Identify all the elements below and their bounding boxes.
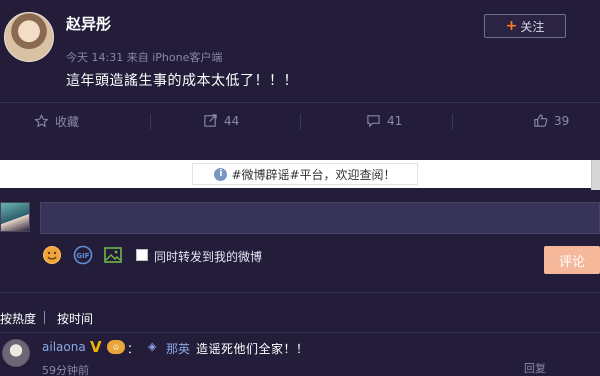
diamond-icon: ◈ (148, 340, 157, 353)
follow-label: 关注 (520, 19, 545, 34)
verified-v-icon: V (90, 338, 102, 356)
plus-icon: + (505, 18, 518, 34)
gif-icon[interactable]: GIF (73, 245, 93, 265)
repost-button[interactable]: 44 (203, 113, 239, 128)
post-action-bar: 收藏 44 41 39 (0, 102, 600, 140)
notice-link[interactable]: i #微博辟谣#平台，欢迎查阅！ (192, 163, 418, 185)
post-source-prefix: 来自 (126, 51, 149, 64)
commenter-avatar[interactable] (2, 339, 30, 367)
like-button[interactable]: 39 (533, 113, 569, 128)
notice-text: #微博辟谣#平台，欢迎查阅！ (231, 167, 396, 182)
thumbs-up-icon (534, 114, 548, 127)
submit-comment-button[interactable]: 评论 (544, 246, 600, 274)
svg-text:GIF: GIF (76, 252, 89, 260)
image-icon[interactable] (103, 245, 123, 265)
sort-by-hot-tab[interactable]: 按热度 (0, 310, 36, 327)
like-count: 39 (554, 113, 570, 128)
member-badge-icon[interactable]: ♔ (107, 340, 125, 354)
favorite-button[interactable]: 收藏 (34, 113, 79, 130)
comment-mention[interactable]: 那英 (166, 340, 190, 357)
action-divider (452, 114, 453, 130)
forward-checkbox[interactable] (136, 249, 148, 261)
comment-count-button[interactable]: 41 (366, 113, 402, 128)
action-divider (150, 114, 151, 130)
favorite-label: 收藏 (55, 115, 80, 129)
comment-colon: ： (127, 342, 140, 356)
forward-label[interactable]: 同时转发到我的微博 (154, 248, 262, 265)
divider (0, 332, 600, 333)
comment-count: 41 (387, 113, 403, 128)
post-meta: 今天 14:31 来自 iPhone客户端 (66, 49, 222, 65)
tab-separator (44, 311, 45, 324)
post-time[interactable]: 今天 14:31 (66, 51, 123, 64)
sort-by-time-tab[interactable]: 按时间 (57, 310, 93, 327)
divider (0, 292, 600, 293)
comment-icon (367, 115, 380, 128)
post-author-avatar[interactable] (4, 12, 54, 62)
commenter-name[interactable]: ailaona (42, 340, 86, 354)
post-author-name[interactable]: 赵异彤 (66, 13, 111, 34)
post-source[interactable]: iPhone客户端 (152, 51, 222, 64)
comment-text: 造谣死他们全家！！ (196, 342, 309, 356)
repost-count: 44 (224, 113, 240, 128)
star-icon (34, 114, 49, 128)
repost-icon (204, 114, 217, 127)
current-user-avatar[interactable] (0, 202, 30, 232)
scrollbar[interactable] (591, 160, 600, 190)
action-divider (300, 114, 301, 130)
info-icon: i (214, 167, 228, 181)
comment-time: 59分钟前 (42, 364, 89, 376)
comment-input[interactable] (40, 202, 600, 234)
emoji-icon[interactable] (42, 245, 62, 265)
post-text: 這年頭造謠生事的成本太低了！！！ (66, 73, 298, 89)
follow-button[interactable]: + 关注 (484, 14, 566, 38)
reply-link[interactable]: 回复 (524, 360, 546, 376)
